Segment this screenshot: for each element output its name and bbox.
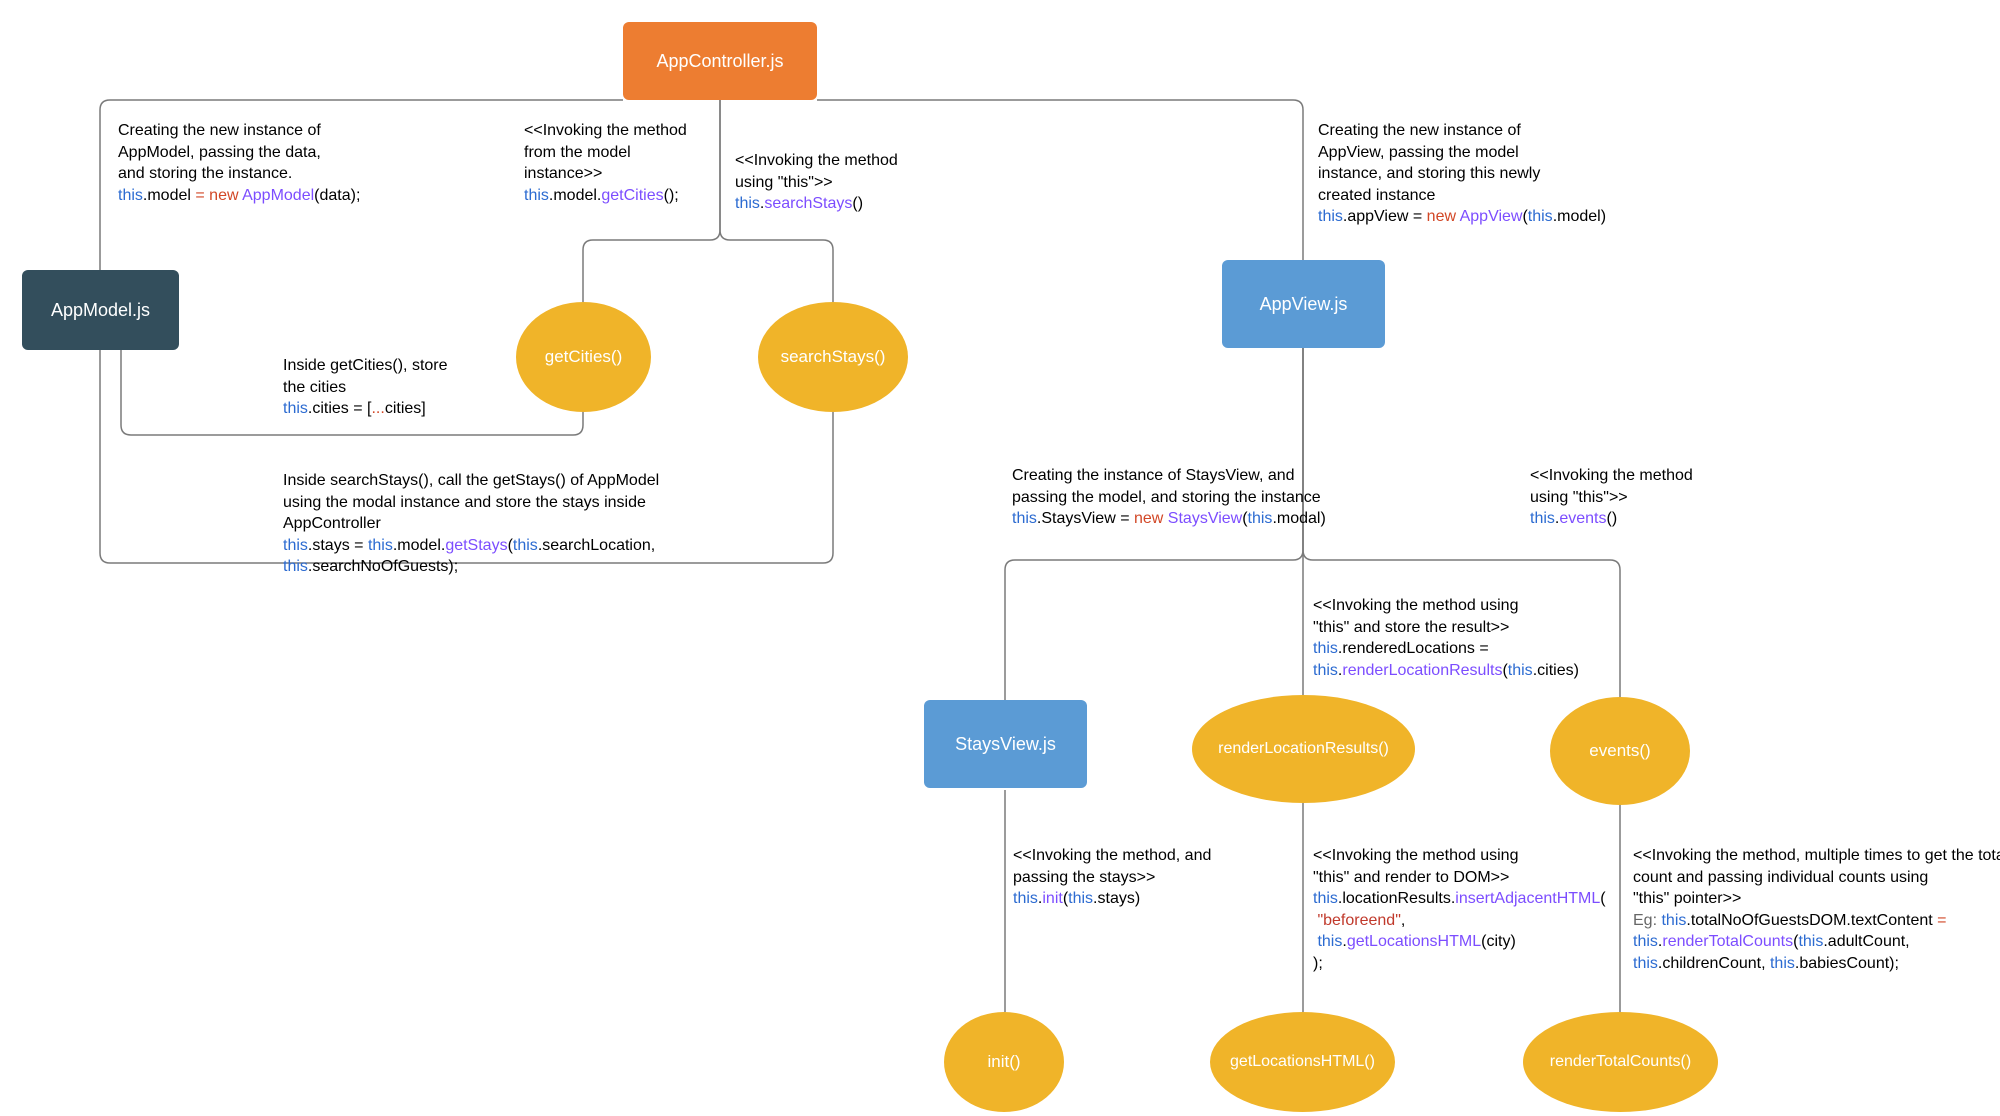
anno-invoke-init: <<Invoking the method, and passing the s… [1013, 845, 1263, 910]
anno-render-to-dom: <<Invoking the method using "this" and r… [1313, 845, 1643, 975]
node-getlocationshtml: getLocationsHTML() [1210, 1012, 1395, 1112]
anno-invoke-searchstays: <<Invoking the method using "this">> thi… [735, 150, 945, 215]
anno-renderlocation-store: <<Invoking the method using "this" and s… [1313, 595, 1633, 681]
node-appcontroller: AppController.js [623, 22, 817, 100]
node-events: events() [1550, 697, 1690, 805]
anno-searchstays-body: Inside searchStays(), call the getStays(… [283, 470, 723, 578]
anno-appmodel-instance: Creating the new instance of AppModel, p… [118, 120, 398, 206]
anno-getcities-body: Inside getCities(), store the cities thi… [283, 355, 513, 420]
anno-invoke-events: <<Invoking the method using "this">> thi… [1530, 465, 1760, 530]
node-renderlocationresults: renderLocationResults() [1192, 695, 1415, 803]
node-getcities: getCities() [516, 302, 651, 412]
anno-invoke-getcities: <<Invoking the method from the model ins… [524, 120, 734, 206]
anno-staysview-instance: Creating the instance of StaysView, and … [1012, 465, 1372, 530]
node-appmodel: AppModel.js [22, 270, 179, 350]
node-appview: AppView.js [1222, 260, 1385, 348]
node-rendertotalcounts: renderTotalCounts() [1523, 1012, 1718, 1112]
anno-render-total-counts: <<Invoking the method, multiple times to… [1633, 845, 2000, 975]
node-searchstays: searchStays() [758, 302, 908, 412]
anno-appview-instance: Creating the new instance of AppView, pa… [1318, 120, 1618, 228]
node-init: init() [944, 1012, 1064, 1112]
node-staysview: StaysView.js [924, 700, 1087, 788]
